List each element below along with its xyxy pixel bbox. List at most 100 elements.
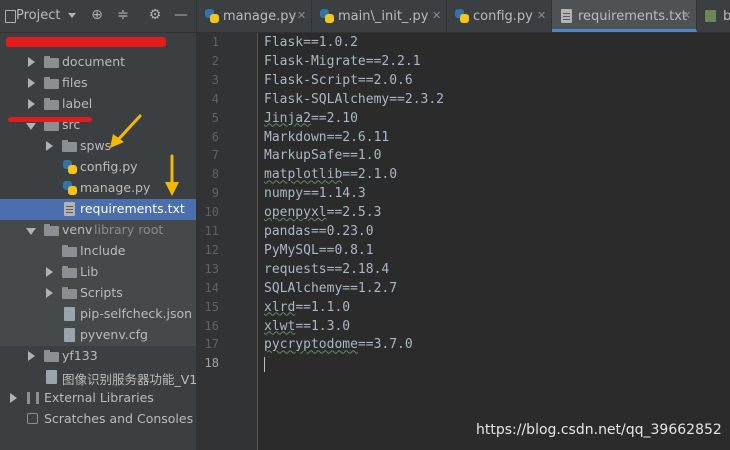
python-file-icon: [205, 9, 219, 23]
tree-row-document[interactable]: document: [0, 52, 196, 73]
tree-row-scratches[interactable]: Scratches and Consoles: [0, 409, 196, 430]
code-line[interactable]: Jinja2==2.10: [264, 111, 358, 126]
folder-icon: [62, 287, 77, 299]
code-line[interactable]: MarkupSafe==1.0: [264, 148, 381, 163]
folder-icon: [62, 245, 77, 257]
gear-icon[interactable]: ⚙: [147, 7, 163, 23]
tree-row-pip-selfcheck[interactable]: pip-selfcheck.json: [0, 304, 196, 325]
code-line[interactable]: SQLAlchemy==1.2.7: [264, 281, 397, 296]
project-panel: Project ⊕ ≑ ⚙ — document files label src…: [0, 0, 208, 450]
code-line[interactable]: xlrd==1.1.0: [264, 300, 350, 315]
tree-label: Scripts: [80, 285, 123, 300]
tree-row-external-libraries[interactable]: External Libraries: [0, 388, 196, 409]
tree-label: pyvenv.cfg: [80, 327, 148, 342]
tree-label: 图像识别服务器功能_V1.c: [62, 372, 209, 387]
spelling-warning: Jinja2: [264, 110, 311, 126]
tree-label: Include: [80, 243, 126, 258]
collapse-arrow-icon[interactable]: [26, 228, 36, 235]
code-line[interactable]: Flask-Script==2.0.6: [264, 73, 413, 88]
tree-row-project-root[interactable]: [0, 31, 196, 52]
close-icon[interactable]: ✕: [297, 9, 306, 22]
code-editor[interactable]: Flask==1.0.2 Flask-Migrate==2.2.1 Flask-Sc…: [258, 33, 730, 450]
code-line[interactable]: Flask-SQLAlchemy==2.3.2: [264, 92, 444, 107]
line-number: 5: [211, 110, 219, 125]
code-line[interactable]: pandas==0.23.0: [264, 224, 374, 239]
code-line[interactable]: PyMySQL==0.8.1: [264, 243, 374, 258]
project-view-icon: [5, 10, 16, 23]
tree-row-include[interactable]: Include: [0, 241, 196, 262]
tree-row-lib[interactable]: Lib: [0, 262, 196, 283]
tree-label: yf133: [62, 348, 98, 363]
tree-label: Lib: [80, 264, 99, 279]
close-icon[interactable]: ✕: [432, 9, 441, 22]
expand-arrow-icon[interactable]: [46, 288, 53, 298]
tab-config-py[interactable]: config.py ✕: [447, 0, 552, 32]
collapse-all-icon[interactable]: ≑: [115, 7, 131, 23]
file-icon: [705, 10, 716, 22]
tree-label: manage.py: [80, 180, 151, 195]
folder-icon: [44, 56, 59, 68]
line-number: 6: [211, 129, 219, 144]
folder-icon: [44, 350, 59, 362]
close-icon[interactable]: ✕: [682, 9, 691, 22]
spelling-warning: matplotlib: [264, 167, 343, 183]
code-line[interactable]: requests==2.18.4: [264, 262, 389, 277]
project-panel-header: Project ⊕ ≑ ⚙ —: [0, 0, 196, 33]
line-number: 4: [211, 91, 219, 106]
tree-row-document-file[interactable]: 图像识别服务器功能_V1.c: [0, 367, 208, 388]
locate-file-icon[interactable]: ⊕: [89, 7, 105, 23]
spelling-warning: xlwt: [264, 318, 296, 334]
minimize-icon[interactable]: —: [173, 7, 189, 23]
redaction-mark: [6, 37, 166, 47]
tree-row-pyvenv-cfg[interactable]: pyvenv.cfg: [0, 325, 196, 346]
expand-arrow-icon[interactable]: [28, 57, 35, 67]
line-number: 3: [211, 72, 219, 87]
close-icon[interactable]: ✕: [537, 9, 546, 22]
tree-label: config.py: [80, 159, 138, 174]
code-line[interactable]: openpyxl==2.5.3: [264, 205, 381, 220]
expand-arrow-icon[interactable]: [46, 141, 53, 151]
tab-requirements-txt[interactable]: requirements.txt ✕: [552, 0, 697, 32]
line-number: 16: [204, 318, 219, 333]
code-line[interactable]: Flask-Migrate==2.2.1: [264, 54, 421, 69]
spelling-warning: openpyxl: [264, 205, 327, 221]
expand-arrow-icon[interactable]: [28, 78, 35, 88]
tab-manage-py[interactable]: manage.py ✕: [197, 0, 312, 32]
tab-overflow[interactable]: b: [697, 0, 730, 32]
collapse-arrow-icon[interactable]: [26, 123, 36, 130]
line-number: 8: [211, 167, 219, 182]
folder-icon: [62, 266, 77, 278]
spelling-warning: pycryptodome: [264, 337, 358, 353]
expand-arrow-icon[interactable]: [28, 99, 35, 109]
tree-label: Scratches and Consoles: [44, 411, 194, 426]
code-line[interactable]: Flask==1.0.2: [264, 35, 358, 50]
code-line[interactable]: Markdown==2.6.11: [264, 130, 389, 145]
folder-icon: [44, 224, 59, 236]
tab-label: config.py: [473, 9, 533, 24]
tree-row-scripts[interactable]: Scripts: [0, 283, 196, 304]
folder-icon: [62, 140, 77, 152]
tree-row-src[interactable]: src: [0, 115, 196, 136]
line-number: 14: [204, 280, 219, 295]
tab-label: b: [723, 9, 730, 24]
code-line[interactable]: pycryptodome==3.7.0: [264, 337, 413, 352]
line-number: 10: [204, 205, 219, 220]
expand-arrow-icon[interactable]: [10, 393, 17, 403]
project-panel-title[interactable]: Project: [16, 8, 60, 23]
tree-row-yf133[interactable]: yf133: [0, 346, 196, 367]
expand-arrow-icon[interactable]: [28, 351, 35, 361]
expand-arrow-icon[interactable]: [46, 267, 53, 277]
tree-row-label[interactable]: label: [0, 94, 196, 115]
code-line[interactable]: numpy==1.14.3: [264, 186, 366, 201]
spelling-warning: xlrd: [264, 299, 296, 315]
python-file-icon: [63, 181, 77, 195]
line-number: 15: [204, 299, 219, 314]
tree-row-venv[interactable]: venv library root: [0, 220, 196, 241]
code-line[interactable]: xlwt==1.3.0: [264, 319, 350, 334]
tree-row-requirements-txt[interactable]: requirements.txt: [0, 199, 196, 220]
code-line[interactable]: matplotlib==2.1.0: [264, 167, 397, 182]
chevron-down-icon[interactable]: [68, 13, 76, 18]
tab-main-init-py[interactable]: main\_init_.py ✕: [312, 0, 447, 32]
tree-row-files[interactable]: files: [0, 73, 196, 94]
text-file-icon: [561, 9, 572, 23]
